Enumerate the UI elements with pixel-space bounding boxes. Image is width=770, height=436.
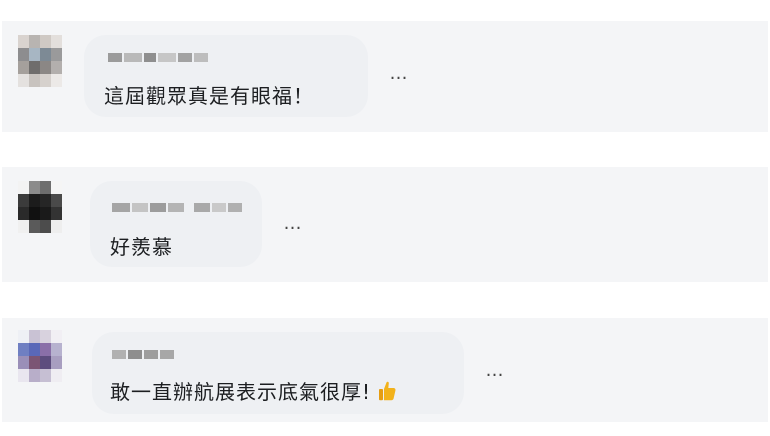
avatar[interactable] [18, 35, 62, 87]
more-options-button[interactable]: … [384, 65, 414, 89]
comment-bubble: 這屆觀眾真是有眼福！ [84, 35, 368, 117]
author-name-redacted[interactable] [112, 203, 242, 212]
avatar[interactable] [18, 330, 62, 382]
more-options-button[interactable]: … [480, 362, 510, 386]
author-name-redacted[interactable] [112, 350, 174, 359]
comment-text: 敢一直辦航展表示底氣很厚! [110, 376, 397, 405]
avatar[interactable] [18, 181, 62, 233]
comment-text: 這屆觀眾真是有眼福！ [104, 84, 314, 108]
comment-text: 好羨慕 [110, 235, 173, 259]
comment-feed: 這屆觀眾真是有眼福！ … 好羨慕 … 敢一直辦航展表示底氣很厚! … [0, 0, 770, 436]
comment-item: 好羨慕 … [2, 167, 768, 282]
comment-item: 這屆觀眾真是有眼福！ … [2, 21, 768, 132]
comment-bubble: 好羨慕 [90, 181, 262, 267]
comment-bubble: 敢一直辦航展表示底氣很厚! [92, 332, 464, 414]
comment-item: 敢一直辦航展表示底氣很厚! … [2, 318, 768, 422]
more-options-button[interactable]: … [278, 215, 308, 239]
comment-text-content: 敢一直辦航展表示底氣很厚! [110, 380, 372, 404]
thumbs-up-icon [377, 380, 397, 402]
author-name-redacted[interactable] [108, 53, 208, 62]
